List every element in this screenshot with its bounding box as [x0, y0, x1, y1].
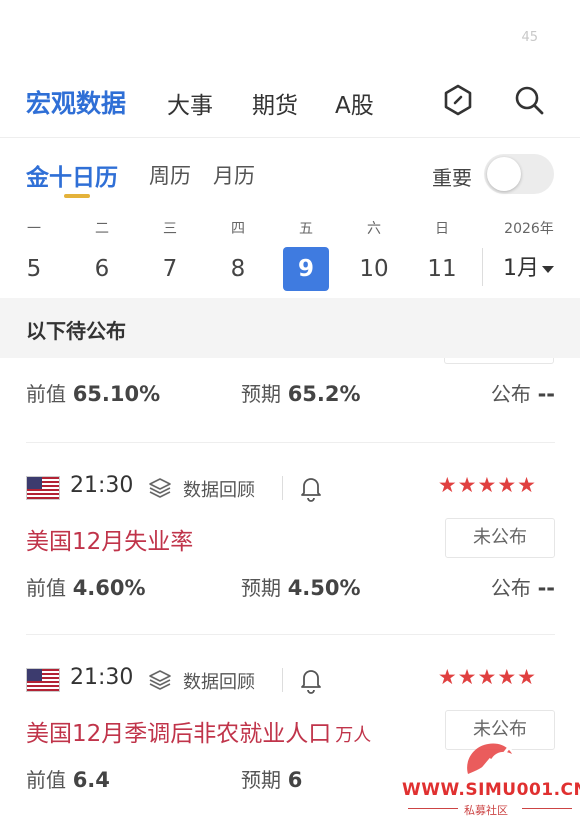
weekday-label: 二: [95, 221, 109, 237]
prev-value: 4.60%: [72, 576, 146, 600]
data-review-link[interactable]: 数据回顾: [183, 476, 255, 502]
forecast-value: 6: [287, 768, 303, 792]
prev-label: 前值: [26, 576, 66, 600]
day-cell-selected[interactable]: 五 9: [283, 218, 329, 291]
tab-week-calendar[interactable]: 周历: [149, 160, 191, 190]
week-strip: 一 5 二 6 三 7 四 8 五 9 六 10 日 11 2026年 1月: [0, 218, 580, 293]
event-time: 21:30: [70, 473, 134, 498]
day-number: 9: [283, 247, 329, 291]
month-picker[interactable]: 2026年 1月: [482, 218, 562, 291]
event-title-text: 美国12月季调后非农就业人口: [26, 721, 332, 747]
tab-macro-data[interactable]: 宏观数据: [26, 84, 126, 120]
weekday-label: 日: [435, 221, 449, 237]
day-cell[interactable]: 一 5: [11, 218, 57, 291]
tab-jin10-calendar[interactable]: 金十日历: [26, 158, 118, 192]
top-navigation: 宏观数据 大事 期货 A股: [0, 78, 580, 130]
event-card[interactable]: 21:30 数据回顾 ★★★★★ 美国12月失业率 未公布 前值 4.60% 预…: [26, 473, 555, 614]
day-cell[interactable]: 六 10: [351, 218, 397, 291]
weekday-label: 六: [367, 221, 381, 237]
bell-icon[interactable]: [298, 666, 324, 694]
month-label: 1月: [503, 256, 539, 281]
pending-section-label: 以下待公布: [26, 319, 126, 343]
event-time: 21:30: [70, 665, 134, 690]
partial-card-button-edge: [444, 358, 554, 364]
importance-stars: ★★★★★: [437, 473, 537, 497]
status-indicator: 45: [521, 30, 538, 45]
event-title-text: 美国12月失业率: [26, 529, 194, 555]
site-watermark: WWW.SIMU001.CN 私募社区: [402, 734, 580, 821]
month-selector[interactable]: 1月: [496, 247, 562, 291]
event-header: 21:30 数据回顾 ★★★★★: [26, 665, 555, 702]
header-separator: [282, 668, 283, 692]
watermark-rule: [522, 808, 572, 809]
nav-divider: [0, 137, 580, 138]
forecast-value: 65.2%: [287, 382, 361, 406]
day-cell[interactable]: 二 6: [79, 218, 125, 291]
tab-month-calendar[interactable]: 月历: [213, 160, 255, 190]
forecast-label: 预期: [241, 382, 281, 406]
calendar-subnav: 金十日历 周历 月历 重要: [0, 150, 580, 204]
weekday-label: 四: [231, 221, 245, 237]
day-number: 8: [230, 256, 246, 282]
tab-futures[interactable]: 期货: [252, 86, 298, 120]
day-number: 6: [94, 256, 110, 282]
publish-value: --: [537, 382, 555, 406]
prev-value: 65.10%: [72, 382, 161, 406]
weekday-label: 三: [163, 221, 177, 237]
tab-a-shares[interactable]: A股: [335, 86, 374, 120]
day-cell[interactable]: 三 7: [147, 218, 193, 291]
data-review-link[interactable]: 数据回顾: [183, 668, 255, 694]
hexagon-icon[interactable]: [440, 82, 476, 118]
us-flag-icon: [26, 476, 60, 500]
event-unit: 万人: [335, 725, 372, 746]
publish-label: 公布: [490, 576, 531, 600]
search-icon[interactable]: [511, 82, 547, 118]
day-number: 10: [359, 256, 389, 282]
event-title[interactable]: 美国12月失业率: [26, 522, 193, 556]
watermark-text: WWW.SIMU001.CN: [402, 780, 580, 800]
card-divider: [26, 634, 555, 635]
tab-events[interactable]: 大事: [167, 86, 213, 120]
caret-down-icon: [542, 266, 554, 273]
event-title[interactable]: 美国12月季调后非农就业人口 万人: [26, 714, 371, 748]
watermark-rule: [408, 808, 458, 809]
forecast-label: 预期: [241, 576, 281, 600]
day-cell[interactable]: 四 8: [215, 218, 261, 291]
day-cell[interactable]: 日 11: [419, 218, 465, 291]
header-separator: [282, 476, 283, 500]
layers-icon[interactable]: [148, 668, 172, 692]
prev-value: 6.4: [72, 768, 110, 792]
watermark-logo: [460, 734, 520, 778]
active-tab-underline: [64, 194, 90, 198]
day-number: 11: [427, 256, 457, 282]
publish-value: --: [537, 576, 555, 600]
watermark-subtext: 私募社区: [464, 804, 508, 817]
important-filter-label: 重要: [432, 166, 472, 190]
event-values-row: 前值 65.10% 预期 65.2% 公布 --: [26, 378, 555, 408]
important-toggle[interactable]: [484, 154, 554, 194]
event-header: 21:30 数据回顾 ★★★★★: [26, 473, 555, 510]
year-label: 2026年: [504, 221, 554, 237]
weekday-label: 一: [27, 221, 41, 237]
forecast-value: 4.50%: [287, 576, 361, 600]
day-number: 5: [26, 256, 42, 282]
event-values-row: 前值 4.60% 预期 4.50% 公布 --: [26, 572, 555, 602]
prev-label: 前值: [26, 768, 66, 792]
publish-label: 公布: [490, 382, 531, 406]
toggle-knob: [487, 157, 521, 191]
month-picker-divider: [482, 248, 483, 286]
publish-status-button[interactable]: 未公布: [445, 518, 555, 558]
pending-section-header: 以下待公布: [0, 298, 580, 358]
us-flag-icon: [26, 668, 60, 692]
importance-stars: ★★★★★: [437, 665, 537, 689]
forecast-label: 预期: [241, 768, 281, 792]
day-number: 7: [162, 256, 178, 282]
prev-label: 前值: [26, 382, 66, 406]
card-divider: [26, 442, 555, 443]
weekday-label: 五: [299, 221, 313, 237]
bell-icon[interactable]: [298, 474, 324, 502]
layers-icon[interactable]: [148, 476, 172, 500]
